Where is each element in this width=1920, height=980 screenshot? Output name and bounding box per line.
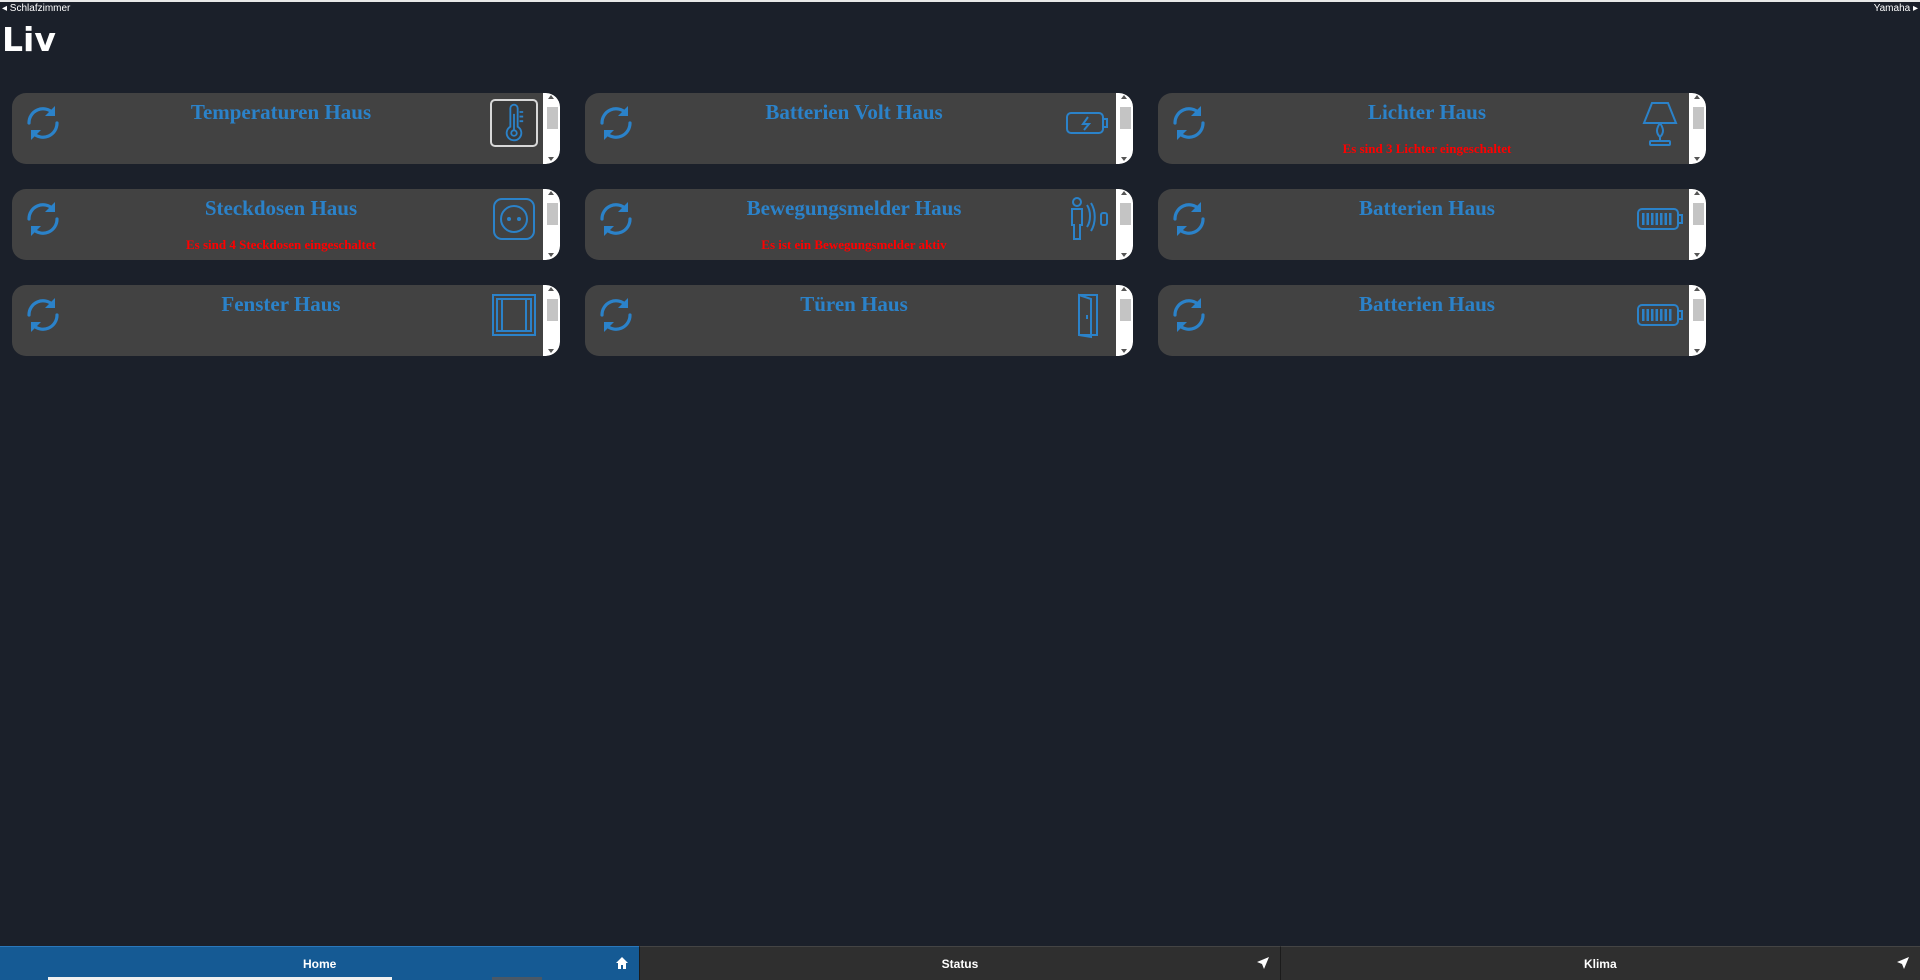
tile-bewegungsmelder[interactable]: Bewegungsmelder Haus Es ist ein Bewegung… — [585, 189, 1133, 260]
tab-home[interactable]: Home — [0, 946, 640, 980]
tile-tueren[interactable]: Türen Haus — [585, 285, 1133, 356]
tile-batterien-1[interactable]: Batterien Haus — [1158, 189, 1706, 260]
tile-message: Es sind 3 Lichter eingeschaltet — [1342, 141, 1512, 156]
location-arrow-icon — [1896, 957, 1909, 969]
tile-message: Es ist ein Bewegungsmelder aktiv — [761, 237, 947, 252]
refresh-icon[interactable] — [593, 100, 639, 146]
tile-title: Batterien Haus — [1359, 196, 1495, 220]
tile-temperaturen[interactable]: Temperaturen Haus — [12, 93, 560, 164]
tile-title: Steckdosen Haus — [204, 196, 358, 220]
tile-scrollbar[interactable] — [1689, 93, 1706, 164]
tile-title: Türen Haus — [800, 292, 908, 316]
tile-title: Lichter Haus — [1367, 100, 1487, 124]
location-arrow-icon — [1256, 957, 1269, 969]
page-title: Liv — [2, 20, 56, 59]
thermometer-icon — [490, 99, 538, 147]
refresh-icon[interactable] — [20, 100, 66, 146]
motion-sensor-icon — [1071, 197, 1108, 240]
tile-fenster[interactable]: Fenster Haus — [12, 285, 560, 356]
tile-scrollbar[interactable] — [1689, 285, 1706, 356]
tile-steckdosen[interactable]: Steckdosen Haus Es sind 4 Steckdosen ein… — [12, 189, 560, 260]
tab-status[interactable]: Status — [639, 946, 1280, 980]
refresh-icon[interactable] — [20, 196, 66, 242]
lamp-icon — [1642, 102, 1678, 146]
door-icon — [1078, 293, 1098, 339]
top-nav-bar: ◂ Schlafzimmer Yamaha ▸ — [0, 0, 1920, 14]
tile-title: Bewegungsmelder Haus — [746, 196, 962, 220]
tab-label: Home — [302, 956, 337, 971]
power-socket-icon — [493, 198, 535, 240]
refresh-icon[interactable] — [593, 196, 639, 242]
battery-full-icon — [1637, 208, 1683, 230]
tile-title: Temperaturen Haus — [190, 100, 372, 124]
tile-scrollbar[interactable] — [543, 189, 560, 260]
tile-message: Es sind 4 Steckdosen eingeschaltet — [186, 237, 376, 252]
tile-batterien-volt[interactable]: Batterien Volt Haus — [585, 93, 1133, 164]
tile-lichter[interactable]: Lichter Haus Es sind 3 Lichter eingescha… — [1158, 93, 1706, 164]
tile-title: Batterien Haus — [1359, 292, 1495, 316]
tile-title: Fenster Haus — [221, 292, 341, 316]
tile-batterien-2[interactable]: Batterien Haus — [1158, 285, 1706, 356]
tile-scrollbar[interactable] — [1116, 93, 1133, 164]
tile-scrollbar[interactable] — [1116, 189, 1133, 260]
tile-scrollbar[interactable] — [1116, 285, 1133, 356]
window-icon — [492, 294, 536, 336]
tile-scrollbar[interactable] — [543, 93, 560, 164]
next-page-link[interactable]: Yamaha ▸ — [1874, 3, 1918, 14]
home-icon — [616, 957, 629, 969]
refresh-icon[interactable] — [593, 292, 639, 338]
tab-label: Klima — [1583, 956, 1617, 971]
prev-page-link[interactable]: ◂ Schlafzimmer — [2, 3, 70, 14]
refresh-icon[interactable] — [20, 292, 66, 338]
battery-charging-icon — [1066, 112, 1108, 134]
refresh-icon[interactable] — [1166, 292, 1212, 338]
tile-title: Batterien Volt Haus — [765, 100, 943, 124]
refresh-icon[interactable] — [1166, 100, 1212, 146]
refresh-icon[interactable] — [1166, 196, 1212, 242]
tab-klima[interactable]: Klima — [1279, 946, 1920, 980]
battery-full-icon — [1637, 304, 1683, 326]
tab-label: Status — [941, 956, 979, 971]
tile-scrollbar[interactable] — [1689, 189, 1706, 260]
tile-scrollbar[interactable] — [543, 285, 560, 356]
footer-tab-bar: Home Status Klima — [0, 946, 1920, 980]
